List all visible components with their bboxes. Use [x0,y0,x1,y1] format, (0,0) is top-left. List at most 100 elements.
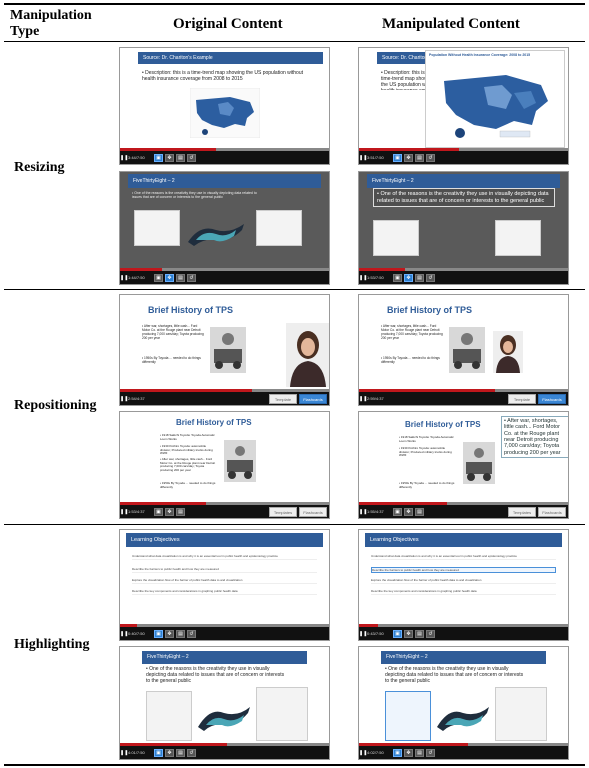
pause-icon[interactable]: ❚❚ [359,396,367,402]
instructor-video-repositioned[interactable] [493,331,523,373]
move-tool-icon[interactable]: ✥ [404,507,413,516]
resize-tool-icon[interactable]: ▣ [154,273,163,282]
header-original: Original Content [173,16,283,32]
reset-icon[interactable]: ↺ [426,153,435,162]
highlighted-chart-thumbnail[interactable] [385,691,431,741]
row-rule-2 [4,524,585,525]
resize-tool-icon[interactable]: ▣ [154,153,163,162]
move-tool-icon[interactable]: ✥ [165,153,174,162]
reset-icon[interactable]: ↺ [426,273,435,282]
slide-bullet: • 1930 Kiichiro Toyoda: automobile divis… [160,444,213,456]
reset-icon[interactable]: ↺ [187,153,196,162]
move-tool-icon[interactable]: ✥ [404,153,413,162]
repositioned-callout[interactable]: • After war, shortages, little cash... F… [501,416,568,458]
reset-icon[interactable]: ↺ [187,748,196,757]
us-map-image [444,75,548,138]
highlight-tool-icon[interactable]: ▤ [176,748,185,757]
pause-icon[interactable]: ❚❚ [359,155,367,161]
time-readout: 1:53/7:50 [367,275,384,280]
control-bar: ❚❚ 0:43/7:50 ▣ ✥ ▤ ↺ [359,627,568,640]
move-tool-icon[interactable]: ✥ [404,629,413,638]
reset-icon[interactable]: ↺ [426,748,435,757]
slide: FiveThirtyEight – 2 • One of the reasons… [359,172,568,271]
flashcards-button[interactable]: Flashcards [538,507,566,517]
video-tile[interactable]: Brief History of TPS • 1918 Sakichi Toyo… [119,411,330,519]
control-bar: ❚❚ 4:02/7:50 ▣ ✥ ▤ ↺ [359,746,568,759]
highlighted-list-item[interactable]: Describe the barriers to public health a… [371,567,556,573]
time-readout: 3:51/7:50 [367,155,384,160]
list-item: Describe the key components and consider… [132,589,317,595]
move-tool-icon[interactable]: ✥ [165,629,174,638]
list-item: Describe the key components and consider… [371,589,556,595]
resize-tool-icon[interactable]: ▣ [154,629,163,638]
highlight-tool-icon[interactable]: ▤ [176,629,185,638]
highlight-tool-icon[interactable]: ▤ [415,153,424,162]
move-tool-icon[interactable]: ✥ [404,273,413,282]
pause-icon[interactable]: ❚❚ [359,750,367,756]
dinosaur-chart-image [188,224,244,246]
pause-icon[interactable]: ❚❚ [120,155,128,161]
video-tile[interactable]: Learning Objectives Understand what data… [119,529,330,641]
chart-thumbnail [134,210,180,246]
video-tile[interactable]: Learning Objectives Understand what data… [358,529,569,641]
control-bar: ❚❚ 1:44/7:50 ▣ ✥ ▤ ↺ [120,271,329,284]
template-button[interactable]: Template [269,394,297,404]
dinosaur-chart-image [437,707,489,731]
video-tile[interactable]: Source: Dr. Chariton's Example • Descrip… [119,47,330,165]
video-tile[interactable]: FiveThirtyEight – 2 • One of the reasons… [119,646,330,760]
video-tile[interactable]: Brief History of TPS • 1918 Sakichi Toyo… [358,411,569,519]
move-tool-icon[interactable]: ✥ [404,748,413,757]
flashcards-button[interactable]: Flashcards [299,507,327,517]
resize-tool-icon[interactable]: ▣ [393,273,402,282]
resize-tool-icon[interactable]: ▣ [393,153,402,162]
template-button[interactable]: Template [508,394,536,404]
pause-icon[interactable]: ❚❚ [120,396,128,402]
templates-button[interactable]: Templates [269,507,297,517]
highlight-tool-icon[interactable]: ▤ [176,153,185,162]
time-readout: 4:02/7:50 [367,750,384,755]
pause-icon[interactable]: ❚❚ [359,631,367,637]
pause-icon[interactable]: ❚❚ [120,275,128,281]
pause-icon[interactable]: ❚❚ [120,750,128,756]
flashcards-button[interactable]: Flashcards [538,394,566,404]
pause-icon[interactable]: ❚❚ [120,631,128,637]
highlight-tool-icon[interactable]: ▤ [415,273,424,282]
resize-tool-icon[interactable]: ▣ [154,507,163,516]
flashcards-button[interactable]: Flashcards [299,394,327,404]
slide-title: Brief History of TPS [387,305,473,315]
move-tool-icon[interactable]: ✥ [165,748,174,757]
chart-thumbnail [373,220,419,256]
templates-button[interactable]: Templates [508,507,536,517]
pause-icon[interactable]: ❚❚ [120,509,128,515]
time-readout: 1:53/4:37 [128,509,145,514]
slide-title: Learning Objectives [365,533,562,547]
video-tile[interactable]: FiveThirtyEight – 2 • One of the reasons… [119,171,330,285]
resize-tool-icon[interactable]: ▣ [393,629,402,638]
dinosaur-chart-image [198,707,250,731]
slide: FiveThirtyEight – 2 • One of the reasons… [359,647,568,746]
highlight-tool-icon[interactable]: ▤ [415,748,424,757]
highlight-tool-icon[interactable]: ▤ [415,629,424,638]
control-bar: ❚❚ 3:44/7:50 ▣ ✥ ▤ ↺ [120,151,329,164]
reset-icon[interactable]: ↺ [426,629,435,638]
slide-bullet: • 1930 Kiichiro Toyoda: automobile divis… [399,446,452,458]
video-tile[interactable]: Brief History of TPS • After war, shorta… [119,294,330,406]
video-tile[interactable]: Source: Dr. Chariton's Example • Descrip… [358,47,569,165]
move-tool-icon[interactable]: ✥ [165,273,174,282]
highlight-tool-icon[interactable]: ▤ [176,273,185,282]
video-tile[interactable]: FiveThirtyEight – 2 • One of the reasons… [358,171,569,285]
resize-tool-icon[interactable]: ▣ [393,507,402,516]
highlight-tool-icon[interactable]: ▤ [415,507,424,516]
video-tile[interactable]: Brief History of TPS • After war, shorta… [358,294,569,406]
pause-icon[interactable]: ❚❚ [359,275,367,281]
slide-title: Brief History of TPS [176,418,252,427]
reset-icon[interactable]: ↺ [187,629,196,638]
video-tile[interactable]: FiveThirtyEight – 2 • One of the reasons… [358,646,569,760]
resize-tool-icon[interactable]: ▣ [154,748,163,757]
highlight-tool-icon[interactable]: ▤ [176,507,185,516]
map-thumbnail [256,210,302,246]
resize-tool-icon[interactable]: ▣ [393,748,402,757]
move-tool-icon[interactable]: ✥ [165,507,174,516]
pause-icon[interactable]: ❚❚ [359,509,367,515]
reset-icon[interactable]: ↺ [187,273,196,282]
